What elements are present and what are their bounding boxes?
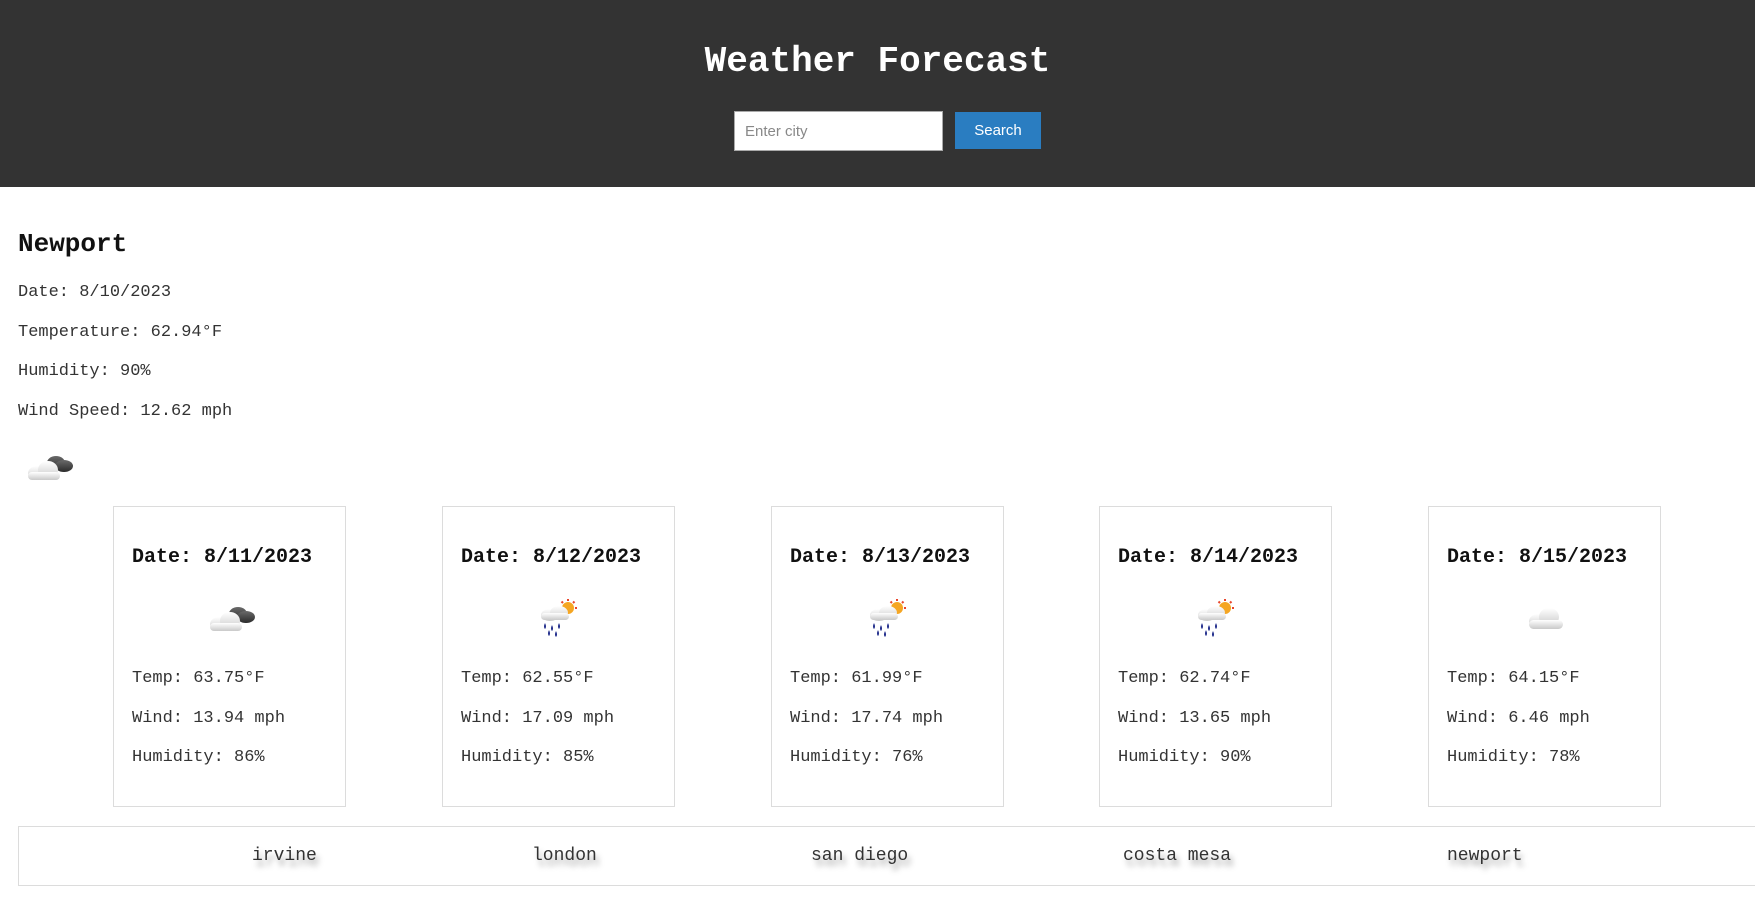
forecast-humidity: Humidity: 85%	[461, 748, 594, 767]
forecast-humidity: Humidity: 90%	[1118, 748, 1251, 767]
history-item-san-diego[interactable]: san diego	[811, 845, 908, 867]
current-date: Date: 8/10/2023	[18, 283, 172, 302]
forecast-temp: Temp: 62.74°F	[1118, 669, 1251, 688]
history-item-costa-mesa[interactable]: costa mesa	[1123, 845, 1231, 867]
current-city-name: Newport	[18, 229, 128, 259]
history-item-newport[interactable]: newport	[1447, 845, 1523, 867]
forecast-humidity: Humidity: 78%	[1447, 748, 1580, 767]
forecast-temp: Temp: 64.15°F	[1447, 669, 1580, 688]
forecast-date: Date: 8/15/2023	[1447, 546, 1628, 569]
history-item-london[interactable]: london	[532, 845, 597, 867]
current-wind-speed: Wind Speed: 12.62 mph	[18, 402, 233, 421]
forecast-temp: Temp: 62.55°F	[461, 669, 594, 688]
current-humidity: Humidity: 90%	[18, 362, 151, 381]
forecast-temp: Temp: 61.99°F	[790, 669, 923, 688]
rain-sun-icon	[1198, 599, 1234, 637]
forecast-wind: Wind: 17.09 mph	[461, 709, 615, 728]
forecast-date: Date: 8/14/2023	[1118, 546, 1299, 569]
cloud-icon	[1529, 608, 1563, 629]
forecast-wind: Wind: 13.65 mph	[1118, 709, 1272, 728]
rain-sun-icon	[870, 599, 906, 637]
current-temperature: Temperature: 62.94°F	[18, 323, 223, 342]
forecast-date: Date: 8/11/2023	[132, 546, 313, 569]
forecast-date: Date: 8/12/2023	[461, 546, 642, 569]
forecast-wind: Wind: 17.74 mph	[790, 709, 944, 728]
forecast-wind: Wind: 13.94 mph	[132, 709, 286, 728]
forecast-humidity: Humidity: 76%	[790, 748, 923, 767]
forecast-card: Date: 8/15/2023 Temp: 64.15°F Wind: 6.46…	[1428, 506, 1661, 807]
search-button[interactable]: Search	[955, 112, 1041, 149]
history-item-irvine[interactable]: irvine	[252, 845, 317, 867]
forecast-card: Date: 8/12/2023 Temp: 62.55°F Wind: 17.0…	[442, 506, 675, 807]
forecast-temp: Temp: 63.75°F	[132, 669, 265, 688]
search-history: irvine london san diego costa mesa newpo…	[18, 826, 1755, 886]
partly-cloudy-icon	[28, 456, 73, 480]
forecast-card: Date: 8/14/2023 Temp: 62.74°F Wind: 13.6…	[1099, 506, 1332, 807]
forecast-date: Date: 8/13/2023	[790, 546, 971, 569]
city-search-input[interactable]	[734, 111, 943, 151]
partly-cloudy-icon	[210, 607, 255, 631]
forecast-card: Date: 8/11/2023 Temp: 63.75°F Wind: 13.9…	[113, 506, 346, 807]
forecast-humidity: Humidity: 86%	[132, 748, 265, 767]
page-title: Weather Forecast	[704, 41, 1051, 82]
forecast-card: Date: 8/13/2023 Temp: 61.99°F Wind: 17.7…	[771, 506, 1004, 807]
forecast-wind: Wind: 6.46 mph	[1447, 709, 1590, 728]
app-header: Weather Forecast Search	[0, 0, 1755, 187]
rain-sun-icon	[541, 599, 577, 637]
